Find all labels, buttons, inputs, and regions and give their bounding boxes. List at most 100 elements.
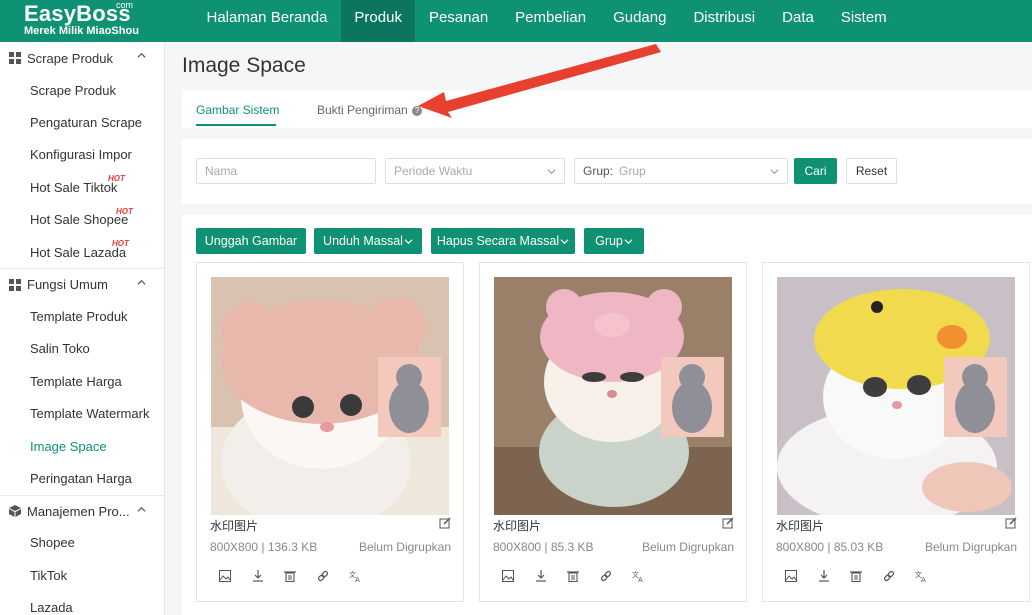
image-thumbnail[interactable] (777, 277, 1015, 515)
sidebar-item-hot-sale-shopee[interactable]: Hot Sale Shopee HOT (0, 204, 164, 236)
image-card[interactable]: 水印图片 800X800 | 85.03 KB Belum Digrupkan … (762, 262, 1030, 602)
nav-orders[interactable]: Pesanan (415, 0, 501, 42)
page-title: Image Space (182, 54, 306, 77)
group-button[interactable]: Grup (584, 228, 644, 254)
sidebar-item-pengaturan-scrape[interactable]: Pengaturan Scrape (0, 106, 164, 138)
sidebar-item-hot-sale-lazada[interactable]: Hot Sale Lazada HOT (0, 236, 164, 268)
sidebar-item-hot-sale-tiktok[interactable]: Hot Sale Tiktok HOT (0, 171, 164, 203)
tabs-bar: Gambar Sistem Bukti Pengiriman ? (182, 90, 1032, 128)
delete-icon[interactable] (561, 566, 585, 586)
sidebar-item-template-harga[interactable]: Template Harga (0, 365, 164, 397)
download-icon[interactable] (812, 566, 836, 586)
action-label: Hapus Secara Massal (436, 234, 560, 248)
sidebar-item-tiktok[interactable]: TikTok (0, 559, 164, 591)
image-name: 水印图片 (493, 519, 542, 533)
group-status: Belum Digrupkan (641, 540, 734, 554)
period-placeholder: Periode Waktu (394, 164, 473, 178)
svg-text:A: A (355, 576, 360, 582)
sidebar-item-image-space[interactable]: Image Space (0, 430, 164, 462)
period-select[interactable]: Periode Waktu (385, 158, 565, 184)
translate-icon[interactable]: 文A (343, 566, 367, 586)
bulk-download-button[interactable]: Unduh Massal (314, 228, 422, 254)
image-gallery-panel: Unggah Gambar Unduh Massal Hapus Secara … (182, 215, 1032, 615)
nav-data[interactable]: Data (769, 0, 828, 42)
grid-icon (9, 52, 21, 64)
cat-photo (494, 277, 732, 515)
sidebar-item-template-produk[interactable]: Template Produk (0, 300, 164, 332)
edit-icon[interactable] (722, 517, 734, 529)
edit-icon[interactable] (439, 517, 451, 529)
link-icon[interactable] (311, 566, 335, 586)
link-icon[interactable] (877, 566, 901, 586)
image-icon[interactable] (496, 566, 520, 586)
box-icon (9, 505, 21, 518)
image-thumbnail[interactable] (494, 277, 732, 515)
tab-gambar-sistem[interactable]: Gambar Sistem (196, 103, 279, 117)
card-actions: 文A (213, 566, 376, 586)
image-icon[interactable] (213, 566, 237, 586)
translate-icon[interactable]: 文A (626, 566, 650, 586)
name-input[interactable]: Nama (196, 158, 376, 184)
sidebar-item-lazada[interactable]: Lazada (0, 591, 164, 615)
tab-bukti-pengiriman[interactable]: Bukti Pengiriman ? (317, 103, 423, 117)
sidebar-item-peringatan-harga[interactable]: Peringatan Harga (0, 462, 164, 494)
sidebar-item-template-watermark[interactable]: Template Watermark (0, 398, 164, 430)
sidebar-group-manajemen-produk[interactable]: Manajemen Pro... (0, 494, 164, 527)
help-icon[interactable]: ? (412, 105, 423, 116)
nav-products[interactable]: Produk (340, 0, 416, 42)
bulk-delete-button[interactable]: Hapus Secara Massal (431, 228, 575, 254)
image-card[interactable]: 水印图片 800X800 | 136.3 KB Belum Digrupkan … (196, 262, 464, 602)
sidebar-group-scrape[interactable]: Scrape Produk (0, 42, 164, 74)
sidebar-item-shopee[interactable]: Shopee (0, 527, 164, 559)
active-tab-indicator (196, 124, 276, 126)
sidebar-group-fungsi-umum[interactable]: Fungsi Umum (0, 268, 164, 300)
delete-icon[interactable] (278, 566, 302, 586)
brand-logo[interactable]: EasyBoss com Merek Milik MiaoShou (0, 0, 165, 42)
chevron-down-icon (624, 239, 633, 245)
nav-distribution[interactable]: Distribusi (680, 0, 769, 42)
nav-system[interactable]: Sistem (827, 0, 900, 42)
nav-home[interactable]: Halaman Beranda (193, 0, 341, 42)
svg-text:A: A (638, 576, 643, 582)
image-card[interactable]: 水印图片 800X800 | 85.3 KB Belum Digrupkan 文… (479, 262, 747, 602)
chevron-up-icon (137, 280, 146, 286)
sidebar-item-label: TikTok (30, 567, 68, 583)
image-name: 水印图片 (210, 519, 259, 533)
reset-button[interactable]: Reset (846, 158, 897, 184)
image-size: 800X800 | 136.3 KB (210, 540, 318, 554)
image-thumbnail[interactable] (211, 277, 449, 515)
brand-tagline: Merek Milik MiaoShou (24, 25, 139, 37)
nav-warehouse[interactable]: Gudang (600, 0, 680, 42)
sidebar-item-label: Template Produk (30, 309, 128, 325)
brand-name: EasyBoss (24, 1, 131, 26)
sidebar-item-label: Konfigurasi Impor (30, 147, 132, 163)
search-button[interactable]: Cari (794, 158, 837, 184)
chevron-down-icon (560, 239, 569, 245)
download-icon[interactable] (246, 566, 270, 586)
group-select[interactable]: Grup: Grup (574, 158, 788, 184)
sidebar-item-konfigurasi-impor[interactable]: Konfigurasi Impor (0, 139, 164, 171)
hot-badge: HOT (116, 206, 133, 216)
cat-photo (777, 277, 1015, 515)
link-icon[interactable] (594, 566, 618, 586)
brand-domain: com (116, 0, 134, 10)
sidebar-item-label: Scrape Produk (30, 82, 116, 98)
group-status: Belum Digrupkan (924, 540, 1017, 554)
sidebar-item-salin-toko[interactable]: Salin Toko (0, 333, 164, 365)
cat-photo (211, 277, 449, 515)
image-icon[interactable] (779, 566, 803, 586)
image-name: 水印图片 (776, 519, 825, 533)
translate-icon[interactable]: 文A (909, 566, 933, 586)
filter-bar: Nama Periode Waktu Grup: Grup Cari Reset (182, 139, 1032, 204)
sidebar-group-label: Fungsi Umum (27, 277, 108, 293)
delete-icon[interactable] (844, 566, 868, 586)
upload-image-button[interactable]: Unggah Gambar (196, 228, 306, 254)
sidebar-group-label: Manajemen Pro... (27, 503, 130, 519)
download-icon[interactable] (529, 566, 553, 586)
nav-purchases[interactable]: Pembelian (502, 0, 600, 42)
chevron-down-icon (547, 169, 556, 175)
svg-text:A: A (921, 576, 926, 582)
sidebar-item-scrape-produk[interactable]: Scrape Produk (0, 74, 164, 106)
sidebar-item-label: Image Space (30, 438, 107, 454)
edit-icon[interactable] (1005, 517, 1017, 529)
